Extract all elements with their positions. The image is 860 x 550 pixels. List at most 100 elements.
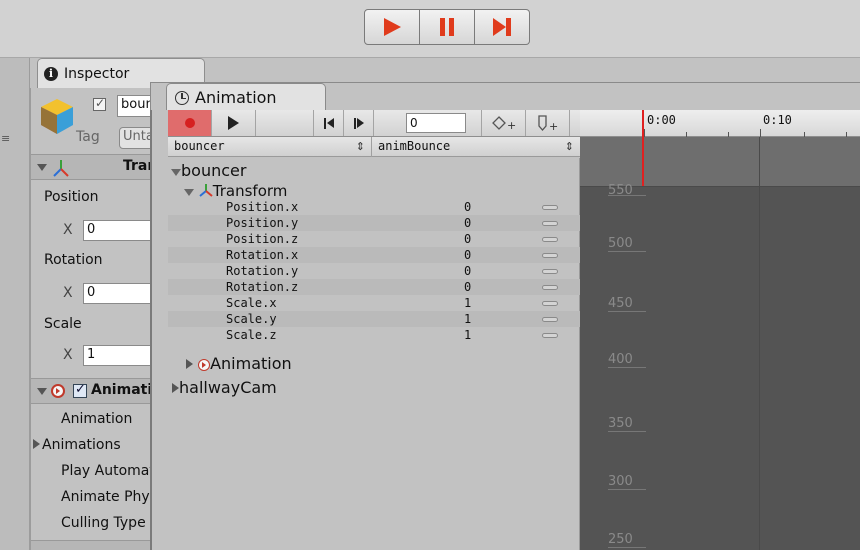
pause-button[interactable] <box>420 9 475 45</box>
tree-root-bouncer[interactable]: bouncer <box>171 161 246 180</box>
property-value: 0 <box>464 232 472 246</box>
svg-text:+: + <box>507 119 516 131</box>
rotation-label: Rotation <box>44 252 103 268</box>
collapse-icon <box>184 189 194 196</box>
menu-icon[interactable]: ≡ <box>1 132 10 145</box>
animation-toolbar: 0 + + <box>168 110 580 137</box>
transform-axes-icon <box>53 160 69 177</box>
tree-animation-label: Animation <box>210 354 292 373</box>
clock-icon <box>175 90 189 105</box>
property-row[interactable]: Rotation.x 0 <box>168 247 580 263</box>
property-value: 0 <box>464 248 472 262</box>
field-animations: Animations <box>42 437 121 453</box>
prev-keyframe-icon <box>323 117 334 129</box>
collapse-icon <box>171 169 181 176</box>
curve-toggle-icon[interactable] <box>542 333 558 338</box>
value-axis-label: 550 <box>608 183 646 196</box>
field-animations-row[interactable]: Animations <box>31 437 121 453</box>
curve-editor[interactable]: 0:00 0:10 550 500 450 400 350 300 250 <box>580 110 860 550</box>
transform-axes-icon <box>199 184 213 197</box>
animation-enabled-checkbox[interactable] <box>73 382 87 398</box>
property-row[interactable]: Scale.z 1 <box>168 327 580 343</box>
property-name: Rotation.y <box>226 264 299 278</box>
property-row[interactable]: Position.z 0 <box>168 231 580 247</box>
property-row[interactable]: Position.y 0 <box>168 215 580 231</box>
collapse-icon <box>37 164 47 171</box>
value-axis-label: 400 <box>608 352 646 368</box>
tree-hallwaycam[interactable]: hallwayCam <box>172 378 277 397</box>
curve-toggle-icon[interactable] <box>542 285 558 290</box>
property-value: 0 <box>464 200 472 214</box>
ruler-tick <box>760 129 761 137</box>
toolbar-spacer <box>256 110 314 136</box>
next-keyframe-button[interactable] <box>344 110 374 136</box>
property-name: Scale.x <box>226 296 277 310</box>
animation-content: 0 + + bouncer ⇕ animBounce ⇕ bouncer Tra… <box>150 110 860 550</box>
property-name: Scale.y <box>226 312 277 326</box>
property-name: Scale.z <box>226 328 277 342</box>
property-value: 0 <box>464 280 472 294</box>
dropdown-icon: ⇕ <box>355 140 365 153</box>
tree-transform[interactable]: Transform <box>184 182 287 200</box>
curve-toggle-icon[interactable] <box>542 301 558 306</box>
active-checkbox[interactable] <box>93 96 106 111</box>
curve-toggle-icon[interactable] <box>542 205 558 210</box>
play-controls <box>364 9 530 45</box>
value-axis-label: 500 <box>608 236 646 252</box>
animation-tabbar: Animation <box>150 82 860 111</box>
property-row[interactable]: Rotation.z 0 <box>168 279 580 295</box>
expand-icon <box>172 383 179 393</box>
animation-component-icon <box>198 358 211 371</box>
record-button[interactable] <box>168 110 212 136</box>
prev-keyframe-button[interactable] <box>314 110 344 136</box>
tree-hallwaycam-label: hallwayCam <box>179 378 277 397</box>
add-keyframe-button[interactable]: + <box>482 110 526 136</box>
property-row[interactable]: Position.x 0 <box>168 199 580 215</box>
selection-row: bouncer ⇕ animBounce ⇕ <box>168 137 580 157</box>
position-x-label: X <box>63 222 73 238</box>
tree-animation[interactable]: Animation <box>186 354 292 373</box>
tab-animation[interactable]: Animation <box>166 83 326 111</box>
inspector-tab-label: Inspector <box>64 65 130 82</box>
pause-icon <box>440 18 454 36</box>
step-button[interactable] <box>475 9 530 45</box>
value-axis-label: 350 <box>608 416 646 432</box>
property-name: Position.z <box>226 232 299 246</box>
value-axis-label: 300 <box>608 474 646 490</box>
add-event-button[interactable]: + <box>526 110 570 136</box>
object-selector-value: bouncer <box>174 139 225 153</box>
play-icon <box>228 116 239 130</box>
property-value: 1 <box>464 312 472 326</box>
property-row[interactable]: Scale.y 1 <box>168 311 580 327</box>
curve-toggle-icon[interactable] <box>542 221 558 226</box>
play-animation-button[interactable] <box>212 110 256 136</box>
playhead[interactable] <box>642 110 644 137</box>
clip-selector[interactable]: animBounce ⇕ <box>372 137 580 157</box>
clip-selector-value: animBounce <box>378 139 451 153</box>
dopesheet-strip <box>580 137 860 186</box>
object-selector[interactable]: bouncer ⇕ <box>168 137 372 157</box>
time-ruler[interactable]: 0:00 0:10 <box>580 110 860 137</box>
animation-component-icon <box>51 384 65 398</box>
property-row[interactable]: Rotation.y 0 <box>168 263 580 279</box>
curve-toggle-icon[interactable] <box>542 237 558 242</box>
value-axis-label: 250 <box>608 532 646 548</box>
position-label: Position <box>44 189 99 205</box>
frame-input[interactable]: 0 <box>406 113 466 133</box>
left-panel-edge: ≡ <box>0 58 30 550</box>
property-name: Position.y <box>226 216 299 230</box>
expand-icon <box>33 439 40 449</box>
curve-toggle-icon[interactable] <box>542 269 558 274</box>
play-button[interactable] <box>364 9 420 45</box>
gameobject-cube-icon <box>41 99 73 134</box>
svg-text:+: + <box>549 120 558 132</box>
property-tree: bouncer Transform Position.x 0 Position.y… <box>168 158 580 550</box>
field-animation: Animation <box>61 411 133 427</box>
curve-toggle-icon[interactable] <box>542 253 558 258</box>
value-axis-label: 450 <box>608 296 646 312</box>
add-keyframe-icon: + <box>491 116 516 131</box>
add-event-icon: + <box>537 115 558 132</box>
curve-toggle-icon[interactable] <box>542 317 558 322</box>
property-row[interactable]: Scale.x 1 <box>168 295 580 311</box>
info-icon: i <box>44 66 58 81</box>
